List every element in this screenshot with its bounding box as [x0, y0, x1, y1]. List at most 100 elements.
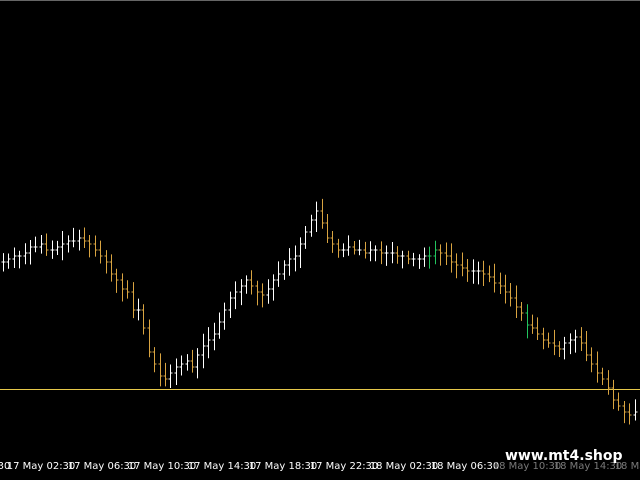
price-bar: [363, 241, 368, 259]
price-bar: [179, 355, 184, 376]
price-bar: [525, 304, 530, 339]
price-bar: [93, 235, 98, 257]
price-bar: [622, 400, 627, 424]
price-bar: [114, 268, 119, 293]
price-bar: [395, 246, 400, 264]
price-bar: [28, 239, 33, 265]
price-bar: [487, 265, 492, 283]
price-bar: [244, 275, 249, 294]
price-bar: [77, 229, 82, 251]
price-bar: [255, 280, 260, 306]
price-bar: [454, 253, 459, 279]
price-bar: [498, 272, 503, 295]
watermark-text: www.mt4.shop: [505, 448, 623, 464]
tick-label: 17 May 06:30: [67, 461, 137, 472]
price-bar: [616, 392, 621, 411]
price-bar: [346, 235, 351, 256]
price-bar: [584, 331, 589, 362]
ohlc-bars: [0, 198, 640, 425]
price-bar: [163, 362, 168, 387]
price-bar: [152, 347, 157, 373]
price-bar: [514, 285, 519, 318]
price-bar: [303, 225, 308, 249]
price-bar: [195, 348, 200, 379]
price-bar: [390, 242, 395, 264]
price-bar: [541, 327, 546, 350]
price-bar: [276, 261, 281, 287]
price-bar: [476, 261, 481, 285]
price-bar: [373, 245, 378, 262]
price-bar: [427, 246, 432, 269]
price-bar: [535, 317, 540, 341]
price-bar: [98, 240, 103, 264]
price-bar: [330, 230, 335, 253]
price-bar: [438, 244, 443, 266]
tick-label: 17 May 18:30: [248, 461, 318, 472]
price-bar: [589, 347, 594, 373]
price-bar: [341, 243, 346, 258]
price-bar: [174, 358, 179, 386]
price-bar: [120, 273, 125, 302]
price-bar: [104, 250, 109, 274]
price-bar: [417, 254, 422, 269]
price-bar: [400, 250, 405, 269]
price-bar: [228, 291, 233, 319]
price-bar: [66, 235, 71, 253]
price-bar: [287, 248, 292, 276]
price-bar: [201, 333, 206, 369]
tick-label: 17 May 22:30: [309, 461, 379, 472]
price-bar: [260, 283, 265, 308]
price-bar: [39, 235, 44, 254]
price-bar: [379, 241, 384, 265]
price-bar: [336, 238, 341, 258]
price-bar: [530, 314, 535, 334]
price-bar: [606, 370, 611, 395]
price-bar: [249, 270, 254, 295]
price-bar: [433, 240, 438, 265]
price-bar: [298, 237, 303, 268]
price-bar: [158, 353, 163, 387]
price-bar: [185, 354, 190, 371]
price-bar: [23, 243, 28, 265]
price-bar: [449, 243, 454, 273]
price-bar: [444, 242, 449, 265]
price-bar: [293, 245, 298, 272]
price-bar: [17, 250, 22, 269]
price-bar: [168, 364, 173, 388]
price-bar: [562, 336, 567, 360]
price-bar: [222, 302, 227, 330]
price-bar: [212, 322, 217, 351]
price-bar: [600, 367, 605, 385]
price-bar: [357, 239, 362, 256]
price-bar: [481, 260, 486, 286]
price-bar: [147, 319, 152, 358]
price-bar: [136, 298, 141, 321]
price-bar: [579, 327, 584, 352]
price-bar: [87, 234, 92, 258]
price-bar: [460, 252, 465, 277]
price-bar: [314, 201, 319, 232]
price-bar: [109, 254, 114, 282]
price-bar: [633, 399, 638, 421]
price-bar: [141, 304, 146, 335]
price-bar: [352, 241, 357, 255]
price-bar: [131, 282, 136, 319]
price-bar: [60, 231, 65, 261]
price-chart[interactable]: [0, 0, 640, 458]
price-bar: [627, 403, 632, 425]
price-bar: [266, 279, 271, 304]
price-bar: [71, 227, 76, 248]
price-bar: [50, 240, 55, 259]
price-bar: [465, 259, 470, 282]
price-bar: [546, 332, 551, 348]
price-bar: [557, 341, 562, 358]
price-bar: [217, 312, 222, 339]
price-bar: [206, 327, 211, 359]
price-bar: [33, 236, 38, 253]
price-bar: [595, 351, 600, 383]
price-bar: [271, 274, 276, 301]
tick-label: 17 May 02:30: [6, 461, 76, 472]
price-bar: [508, 282, 513, 307]
price-bar: [125, 280, 130, 299]
price-bar: [239, 279, 244, 306]
